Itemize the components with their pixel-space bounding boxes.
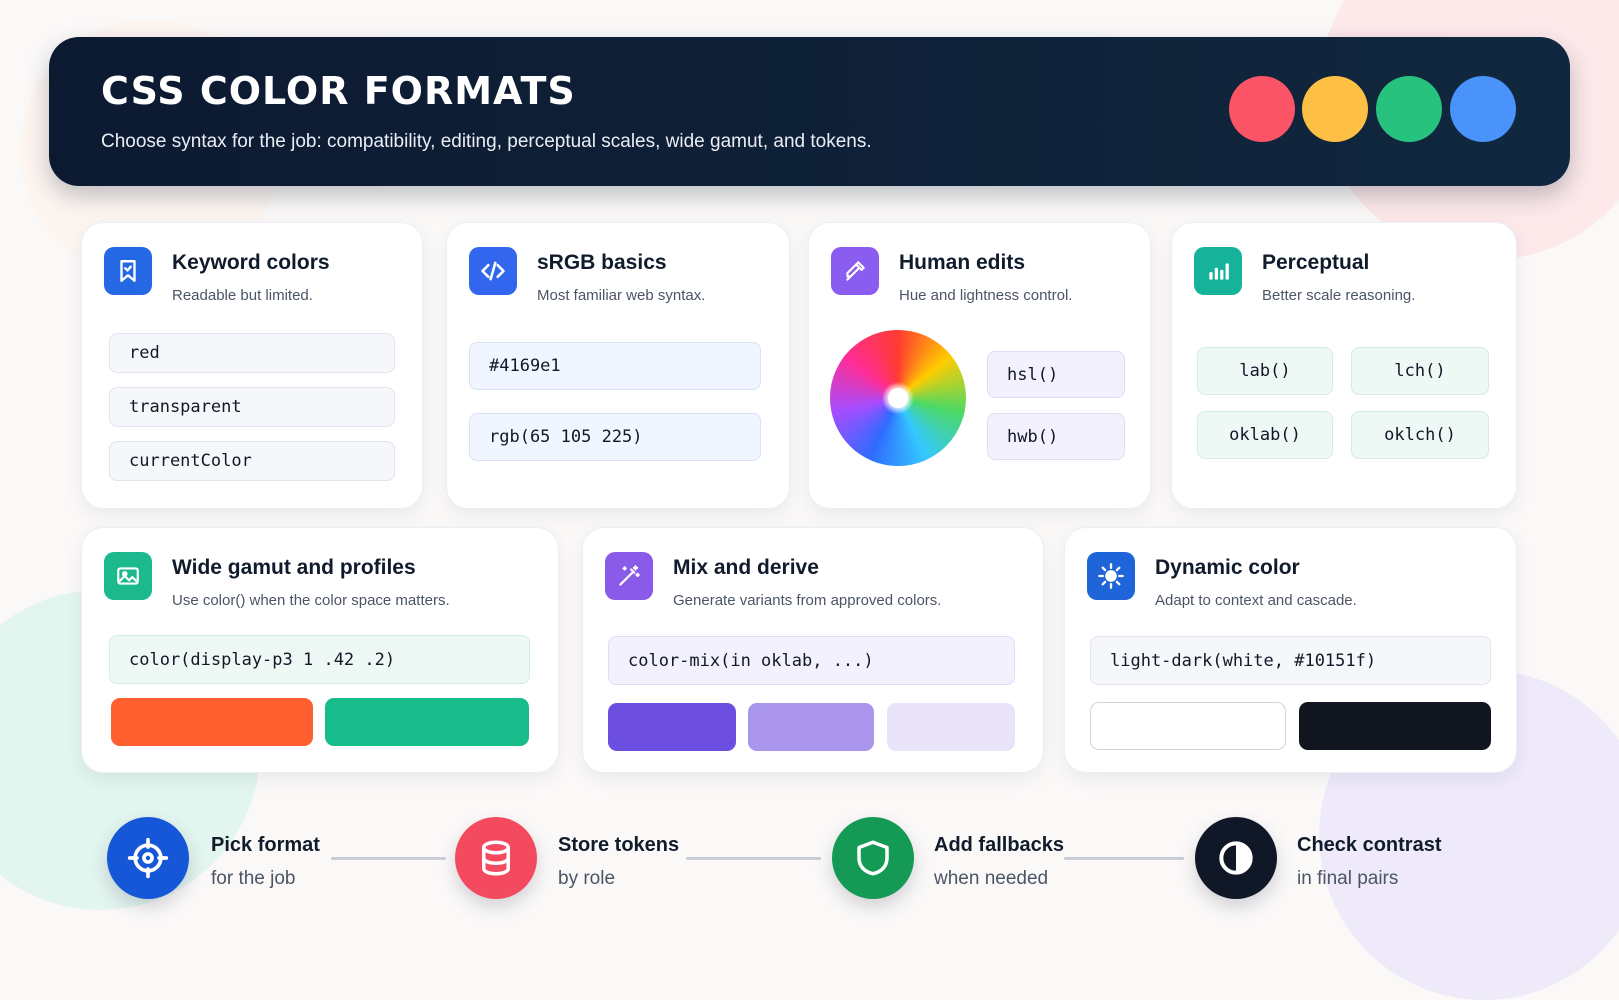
step-subtitle: in final pairs (1297, 868, 1399, 889)
step-subtitle: by role (558, 868, 616, 889)
code-icon (469, 247, 517, 295)
step-title: Store tokens (558, 834, 680, 856)
step-connector (331, 857, 446, 860)
code-chip: #4169e1 (469, 342, 761, 390)
code-chip: hwb() (987, 413, 1125, 460)
step-subtitle: for the job (211, 868, 296, 889)
card-title: Human edits (899, 251, 1026, 274)
step-title: Check contrast (1297, 834, 1442, 856)
card-perceptual: Perceptual Better scale reasoning. lab()… (1171, 222, 1517, 509)
step-title: Pick format (211, 834, 320, 856)
bookmark-icon (104, 247, 152, 295)
card-keyword-colors: Keyword colors Readable but limited. red… (81, 222, 423, 509)
card-title: Mix and derive (673, 556, 819, 579)
color-dot-green (1376, 76, 1442, 142)
shield-icon (832, 817, 914, 899)
color-swatch-light (1090, 702, 1286, 750)
card-human-edits: Human edits Hue and lightness control. h… (808, 222, 1151, 509)
code-chip: transparent (109, 387, 395, 427)
code-chip: rgb(65 105 225) (469, 413, 761, 461)
code-chip: color-mix(in oklab, ...) (608, 636, 1015, 685)
crosshair-icon (107, 817, 189, 899)
code-chip: lab() (1197, 347, 1333, 395)
card-subtitle: Readable but limited. (172, 287, 313, 304)
step-subtitle: when needed (934, 868, 1049, 889)
bar-chart-icon (1194, 247, 1242, 295)
color-dot-yellow (1302, 76, 1368, 142)
contrast-icon (1195, 817, 1277, 899)
code-chip: red (109, 333, 395, 373)
card-subtitle: Adapt to context and cascade. (1155, 592, 1357, 609)
color-dot-blue (1450, 76, 1516, 142)
code-chip: hsl() (987, 351, 1125, 398)
color-swatch (887, 703, 1015, 751)
page-subtitle: Choose syntax for the job: compatibility… (101, 131, 872, 152)
code-chip: oklch() (1351, 411, 1489, 459)
card-title: Perceptual (1262, 251, 1370, 274)
image-icon (104, 552, 152, 600)
card-subtitle: Generate variants from approved colors. (673, 592, 942, 609)
color-swatch (748, 703, 874, 751)
color-swatch (608, 703, 736, 751)
card-srgb-basics: sRGB basics Most familiar web syntax. #4… (446, 222, 790, 509)
card-subtitle: Most familiar web syntax. (537, 287, 706, 304)
code-chip: color(display-p3 1 .42 .2) (109, 635, 530, 684)
card-title: sRGB basics (537, 251, 667, 274)
color-dot-red (1229, 76, 1295, 142)
code-chip: oklab() (1197, 411, 1333, 459)
sun-icon (1087, 552, 1135, 600)
step-connector (1064, 857, 1184, 860)
card-subtitle: Use color() when the color space matters… (172, 592, 450, 609)
code-chip: lch() (1351, 347, 1489, 395)
card-title: Dynamic color (1155, 556, 1300, 579)
database-icon (455, 817, 537, 899)
color-swatch (325, 698, 529, 746)
card-mix-and-derive: Mix and derive Generate variants from ap… (582, 527, 1044, 773)
card-subtitle: Hue and lightness control. (899, 287, 1073, 304)
step-connector (686, 857, 821, 860)
card-subtitle: Better scale reasoning. (1262, 287, 1416, 304)
color-wheel (830, 330, 966, 466)
card-title: Wide gamut and profiles (172, 556, 416, 579)
magic-wand-icon (605, 552, 653, 600)
eyedropper-icon (831, 247, 879, 295)
color-swatch-dark (1299, 702, 1491, 750)
code-chip: currentColor (109, 441, 395, 481)
card-wide-gamut: Wide gamut and profiles Use color() when… (81, 527, 559, 773)
code-chip: light-dark(white, #10151f) (1090, 636, 1491, 685)
header-banner: CSS COLOR FORMATS Choose syntax for the … (49, 37, 1570, 186)
color-swatch (111, 698, 313, 746)
card-dynamic-color: Dynamic color Adapt to context and casca… (1064, 527, 1517, 773)
page-title: CSS COLOR FORMATS (101, 69, 576, 113)
card-title: Keyword colors (172, 251, 330, 274)
step-title: Add fallbacks (934, 834, 1065, 856)
